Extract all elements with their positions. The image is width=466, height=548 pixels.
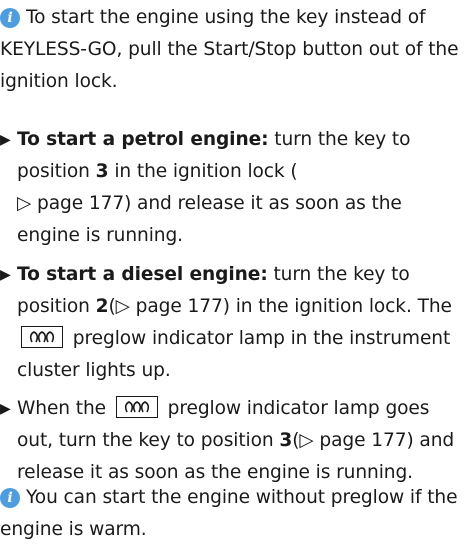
step-text: To start a diesel engine: turn the key t… <box>0 259 462 387</box>
page-reference: ▷ page 177 <box>17 193 125 214</box>
key-position: 3 <box>279 430 293 451</box>
step-text-part: preglow indicator lamp in the instrument… <box>17 328 451 381</box>
step-petrol-engine: ▶ To start a petrol engine: turn the key… <box>0 124 462 252</box>
step-text-part: ) in the ignition lock. The <box>222 296 452 317</box>
step-heading: To start a diesel engine: <box>17 264 268 285</box>
page-reference: ▷ page 177 <box>299 430 407 451</box>
info-note-text: To start the engine using the key instea… <box>0 7 459 92</box>
page-reference: ▷ page 177 <box>115 296 223 317</box>
key-position: 2 <box>95 296 109 317</box>
info-note-text: You can start the engine without preglow… <box>0 487 458 540</box>
info-note-keyless: i To start the engine using the key inst… <box>0 2 462 98</box>
key-position: 3 <box>95 161 109 182</box>
triangle-bullet-icon: ▶ <box>0 267 11 283</box>
step-heading: To start a petrol engine: <box>17 129 269 150</box>
step-text-part: ( <box>108 296 116 317</box>
preglow-lamp-icon <box>21 326 63 348</box>
instruction-page: i To start the engine using the key inst… <box>0 0 466 548</box>
info-note-preglow: i You can start the engine without pregl… <box>0 482 462 546</box>
step-text: When the preglow indicator lamp goes out… <box>0 393 462 489</box>
step-text: To start a petrol engine: turn the key t… <box>0 124 462 252</box>
step-text-part: in the ignition lock ( <box>108 161 298 182</box>
step-text-part: When the <box>17 398 112 419</box>
info-icon: i <box>0 8 20 28</box>
triangle-bullet-icon: ▶ <box>0 401 11 417</box>
step-diesel-engine: ▶ To start a diesel engine: turn the key… <box>0 259 462 387</box>
triangle-bullet-icon: ▶ <box>0 132 11 148</box>
step-preglow-out: ▶ When the preglow indicator lamp goes o… <box>0 393 462 489</box>
info-icon: i <box>0 488 20 508</box>
preglow-lamp-icon <box>115 396 158 418</box>
